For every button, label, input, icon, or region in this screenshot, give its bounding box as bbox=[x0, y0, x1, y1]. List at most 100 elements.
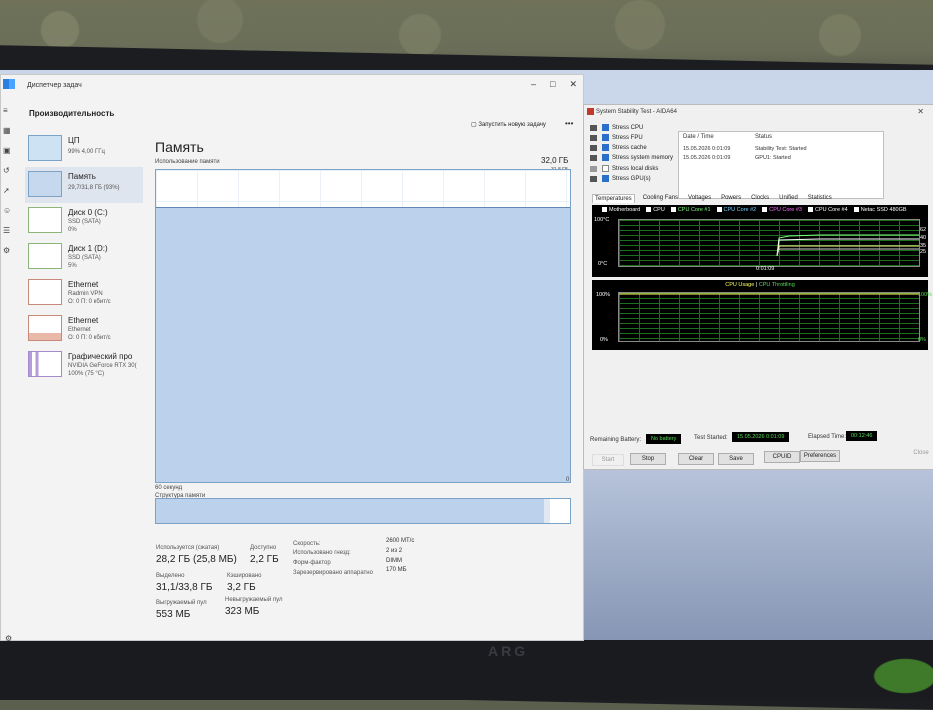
legend-item[interactable]: CPU Core #1 bbox=[670, 207, 711, 213]
nonpaged-pool-value: 323 МБ bbox=[225, 606, 260, 617]
users-icon[interactable]: ☺ bbox=[3, 206, 12, 215]
motherboard-line bbox=[776, 245, 919, 257]
maximize-button[interactable]: □ bbox=[550, 79, 555, 90]
cpu-thumbnail bbox=[28, 135, 62, 161]
checkbox-box bbox=[602, 154, 609, 161]
legend-label: Motherboard bbox=[609, 207, 641, 213]
log-date: 15.05.2026 0:01:09 bbox=[683, 155, 731, 161]
device-memory[interactable]: Память 29,7/31,8 ГБ (93%) bbox=[25, 167, 143, 203]
device-cpu[interactable]: ЦП 99% 4,00 ГГц bbox=[25, 131, 143, 167]
save-button[interactable]: Save bbox=[718, 453, 754, 465]
device-ethernet[interactable]: Ethernet Ethernet О: 0 П: 0 кбит/с bbox=[25, 311, 143, 347]
elapsed-value: 00:12:46 bbox=[846, 431, 878, 441]
close-button[interactable]: ✕ bbox=[569, 79, 577, 90]
device-detail: SSD (SATA) bbox=[68, 255, 101, 261]
device-name: Диск 0 (C:) bbox=[68, 208, 108, 217]
legend-item[interactable]: CPU Core #2 bbox=[716, 207, 756, 213]
legend-item[interactable]: Netac SSD 480GB bbox=[853, 207, 907, 213]
test-started-label: Test Started: bbox=[694, 435, 728, 441]
cpuid-button[interactable]: CPUID bbox=[764, 451, 800, 463]
tab-statistics[interactable]: Statistics bbox=[806, 194, 834, 203]
device-name: Диск 1 (D:) bbox=[68, 244, 108, 253]
legend-item[interactable]: Motherboard bbox=[602, 207, 640, 213]
aida-title-bar[interactable]: System Stability Test - AIDA64 ✕ bbox=[584, 105, 933, 119]
usage-title-separator: | bbox=[755, 282, 758, 288]
checkbox-box bbox=[602, 165, 609, 172]
legend-checkbox bbox=[762, 207, 768, 213]
legend-checkbox bbox=[716, 207, 722, 213]
tab-unified[interactable]: Unified bbox=[777, 194, 800, 203]
desk-surface bbox=[0, 640, 933, 700]
legend-checkbox bbox=[853, 207, 859, 213]
legend-checkbox bbox=[670, 207, 676, 213]
hamburger-menu-icon[interactable]: ≡ bbox=[3, 106, 12, 115]
startup-apps-icon[interactable]: ➚ bbox=[3, 186, 12, 195]
aida-close-icon[interactable]: ✕ bbox=[917, 107, 924, 116]
log-status: Stability Test: Started bbox=[755, 146, 807, 152]
form-factor-value: DIMM bbox=[386, 558, 402, 564]
checkbox-label: Stress local disks bbox=[612, 165, 659, 172]
device-name: Ethernet bbox=[68, 316, 99, 325]
legend-item[interactable]: CPU Core #4 bbox=[807, 207, 848, 213]
page-title: Память bbox=[155, 139, 204, 155]
legend-item[interactable]: CPU bbox=[646, 207, 665, 213]
ethernet-thumbnail bbox=[28, 315, 62, 341]
legend-item[interactable]: CPU Core #3 bbox=[762, 207, 802, 213]
services-icon[interactable]: ⚙ bbox=[3, 246, 12, 255]
device-usage: 100% (75 °C) bbox=[68, 371, 105, 377]
memory-usage-graph bbox=[155, 169, 571, 483]
performance-icon[interactable]: ▣ bbox=[3, 146, 12, 155]
details-icon[interactable]: ☰ bbox=[3, 226, 12, 235]
tab-cooling-fans[interactable]: Cooling Fans bbox=[641, 194, 680, 203]
title-bar[interactable]: Диспетчер задач – □ ✕ bbox=[1, 75, 583, 95]
stress-disks-checkbox[interactable]: Stress local disks bbox=[602, 165, 658, 172]
start-button[interactable]: Start bbox=[592, 454, 624, 466]
status-log[interactable]: Date / Time Status 15.05.2026 0:01:09 St… bbox=[678, 131, 884, 199]
checkbox-label: Stress FPU bbox=[612, 134, 643, 141]
reserved-label: Зарезервировано аппаратно bbox=[293, 570, 373, 576]
nav-sidebar: ≡ ▦ ▣ ↺ ➚ ☺ ☰ ⚙ bbox=[1, 95, 14, 640]
more-options-button[interactable]: ••• bbox=[565, 119, 573, 128]
task-manager-window: Диспетчер задач – □ ✕ ≡ ▦ ▣ ↺ ➚ ☺ ☰ ⚙ ⚙ … bbox=[0, 74, 584, 643]
temperature-graph: Motherboard CPU CPU Core #1 CPU Core #2 CPU … bbox=[592, 205, 928, 277]
stress-gpu-checkbox[interactable]: Stress GPU(s) bbox=[602, 175, 651, 182]
monitor-brand-logo: ARG bbox=[488, 643, 529, 659]
stop-button[interactable]: Stop bbox=[630, 453, 666, 465]
graph-time-left: 60 секунд bbox=[155, 485, 183, 491]
tab-temperatures[interactable]: Temperatures bbox=[592, 194, 635, 203]
aida-close-button[interactable]: Close bbox=[910, 448, 932, 458]
device-usage: О: 0 П: 0 кбит/с bbox=[68, 335, 111, 341]
legend-label: CPU Core #4 bbox=[814, 207, 848, 213]
device-ethernet-radmin[interactable]: Ethernet Radmin VPN О: 0 П: 0 кбит/с bbox=[25, 275, 143, 311]
checkbox-label: Stress GPU(s) bbox=[612, 175, 651, 182]
clear-button[interactable]: Clear bbox=[678, 453, 714, 465]
form-factor-label: Форм-фактор bbox=[293, 560, 331, 566]
usage-lines bbox=[619, 293, 919, 295]
app-history-icon[interactable]: ↺ bbox=[3, 166, 12, 175]
device-disk-1[interactable]: Диск 1 (D:) SSD (SATA) 5% bbox=[25, 239, 143, 275]
temperature-lines bbox=[776, 234, 919, 257]
ssd-line bbox=[776, 248, 919, 257]
tab-clocks[interactable]: Clocks bbox=[749, 194, 771, 203]
tab-voltages[interactable]: Voltages bbox=[686, 194, 713, 203]
stress-cache-checkbox[interactable]: Stress cache bbox=[602, 144, 647, 151]
cpu-usage-plot bbox=[618, 292, 920, 342]
processes-icon[interactable]: ▦ bbox=[3, 126, 12, 135]
device-detail: Ethernet bbox=[68, 327, 91, 333]
device-disk-0[interactable]: Диск 0 (C:) SSD (SATA) 0% bbox=[25, 203, 143, 239]
log-date: 15.05.2026 0:01:09 bbox=[683, 146, 731, 152]
run-new-task-button[interactable]: ▢ Запустить новую задачу bbox=[471, 121, 546, 128]
usage-right-top: 100% bbox=[918, 292, 933, 298]
stress-cpu-checkbox[interactable]: Stress CPU bbox=[602, 124, 643, 131]
device-name: Ethernet bbox=[68, 280, 99, 289]
device-gpu[interactable]: Графический про NVIDIA GeForce RTX 30( 1… bbox=[25, 347, 143, 383]
temp-axis-bottom: 0°C bbox=[598, 261, 608, 267]
legend-checkbox bbox=[602, 207, 607, 213]
stress-memory-checkbox[interactable]: Stress system memory bbox=[602, 154, 673, 161]
minimize-button[interactable]: – bbox=[531, 79, 536, 90]
tab-powers[interactable]: Powers bbox=[719, 194, 743, 203]
stress-fpu-checkbox[interactable]: Stress FPU bbox=[602, 134, 643, 141]
preferences-button[interactable]: Preferences bbox=[800, 450, 840, 462]
settings-gear-icon[interactable]: ⚙ bbox=[5, 634, 14, 643]
checkbox-box bbox=[602, 175, 609, 182]
